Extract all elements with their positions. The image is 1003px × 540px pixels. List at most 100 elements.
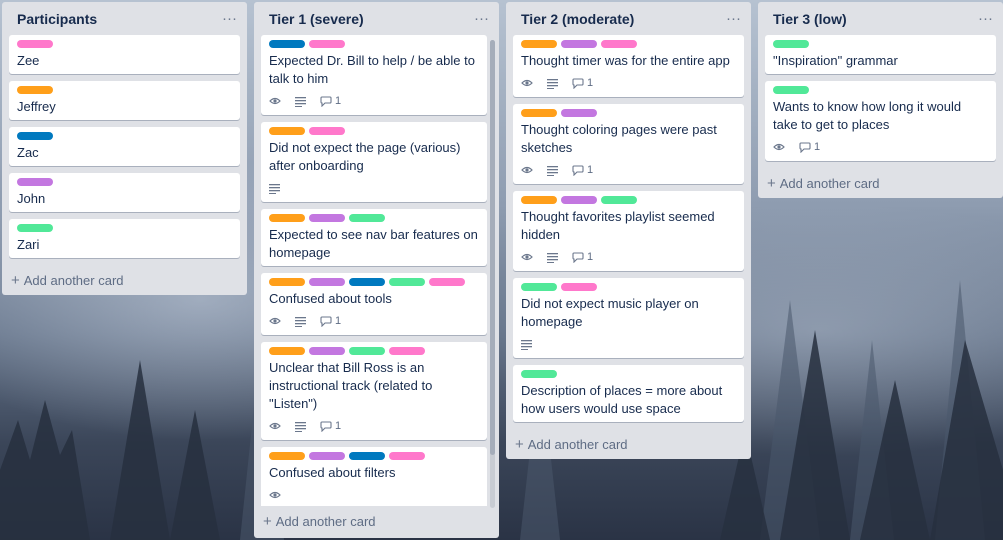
label-pink[interactable] — [601, 40, 637, 48]
label-orange[interactable] — [521, 40, 557, 48]
card-title: Did not expect music player on homepage — [521, 296, 699, 329]
label-orange[interactable] — [17, 86, 53, 94]
card[interactable]: Zee — [9, 35, 240, 74]
card-badges — [521, 334, 736, 354]
card[interactable]: Thought timer was for the entire app 1 — [513, 35, 744, 97]
label-green[interactable] — [521, 283, 557, 291]
card-title: Expected Dr. Bill to help / be able to t… — [269, 53, 475, 86]
card-badges — [269, 485, 479, 505]
label-green[interactable] — [389, 278, 425, 286]
list-title[interactable]: Participants — [17, 11, 97, 27]
label-orange[interactable] — [521, 196, 557, 204]
label-blue[interactable] — [17, 132, 53, 140]
card[interactable]: Zac — [9, 127, 240, 166]
add-card-button[interactable]: + Add another card — [2, 265, 247, 295]
label-purple[interactable] — [309, 347, 345, 355]
card[interactable]: Description of places = more about how u… — [513, 365, 744, 422]
label-purple[interactable] — [17, 178, 53, 186]
card[interactable]: Did not expect the page (various) after … — [261, 122, 487, 202]
comment-icon — [799, 141, 811, 153]
card-labels — [773, 40, 988, 48]
card[interactable]: Thought coloring pages were past sketche… — [513, 104, 744, 184]
description-icon — [547, 252, 558, 263]
card-title: Zee — [17, 53, 40, 68]
label-pink[interactable] — [309, 127, 345, 135]
ellipsis-icon[interactable]: ··· — [474, 11, 489, 26]
label-orange[interactable] — [521, 109, 557, 117]
label-pink[interactable] — [429, 278, 465, 286]
card[interactable]: Expected to see nav bar features on home… — [261, 209, 487, 266]
card[interactable]: Jeffrey — [9, 81, 240, 120]
description-icon — [547, 165, 558, 176]
card[interactable]: John — [9, 173, 240, 212]
card[interactable]: Wants to know how long it would take to … — [765, 81, 996, 161]
comment-badge: 1 — [320, 420, 341, 432]
label-green[interactable] — [601, 196, 637, 204]
ellipsis-icon[interactable]: ··· — [222, 11, 237, 26]
label-blue[interactable] — [269, 40, 305, 48]
label-purple[interactable] — [309, 452, 345, 460]
comment-icon — [320, 95, 332, 107]
comment-count: 1 — [335, 95, 342, 107]
label-orange[interactable] — [269, 214, 305, 222]
add-card-button[interactable]: + Add another card — [506, 429, 751, 459]
card[interactable]: Confused about tools 1 — [261, 273, 487, 335]
label-blue[interactable] — [349, 452, 385, 460]
card[interactable]: Unclear that Bill Ross is an instruction… — [261, 342, 487, 440]
eye-icon — [773, 141, 785, 153]
card[interactable]: Thought favorites playlist seemed hidden… — [513, 191, 744, 271]
list-tier-2: Tier 2 (moderate) ··· Thought timer was … — [506, 2, 751, 459]
label-blue[interactable] — [349, 278, 385, 286]
eye-icon — [521, 164, 533, 176]
label-orange[interactable] — [269, 127, 305, 135]
card[interactable]: Expected Dr. Bill to help / be able to t… — [261, 35, 487, 115]
card-badges: 1 — [269, 311, 479, 331]
label-orange[interactable] — [269, 347, 305, 355]
eye-icon — [521, 77, 533, 89]
card[interactable]: Confused about filters — [261, 447, 487, 506]
add-card-label: Add another card — [527, 436, 628, 452]
list-tier-3: Tier 3 (low) ··· "Inspiration" grammar W… — [758, 2, 1003, 198]
label-purple[interactable] — [561, 196, 597, 204]
list-title[interactable]: Tier 2 (moderate) — [521, 11, 634, 27]
card-labels — [269, 214, 479, 222]
card[interactable]: Did not expect music player on homepage — [513, 278, 744, 358]
card-list: "Inspiration" grammar Wants to know how … — [758, 35, 1003, 161]
label-orange[interactable] — [269, 278, 305, 286]
ellipsis-icon[interactable]: ··· — [978, 11, 993, 26]
list-scrollbar[interactable] — [490, 40, 495, 508]
label-orange[interactable] — [269, 452, 305, 460]
card-badges: 1 — [773, 137, 988, 157]
list-title[interactable]: Tier 1 (severe) — [269, 11, 364, 27]
label-pink[interactable] — [561, 283, 597, 291]
card[interactable]: "Inspiration" grammar — [765, 35, 996, 74]
label-pink[interactable] — [17, 40, 53, 48]
card[interactable]: Zari — [9, 219, 240, 258]
add-card-button[interactable]: + Add another card — [758, 168, 1003, 198]
label-pink[interactable] — [309, 40, 345, 48]
card-title: Confused about tools — [269, 291, 392, 306]
label-purple[interactable] — [561, 40, 597, 48]
add-card-label: Add another card — [779, 175, 880, 191]
add-card-button[interactable]: + Add another card — [254, 506, 499, 536]
label-green[interactable] — [521, 370, 557, 378]
label-purple[interactable] — [309, 278, 345, 286]
label-green[interactable] — [773, 40, 809, 48]
comment-count: 1 — [587, 251, 594, 263]
list-title[interactable]: Tier 3 (low) — [773, 11, 847, 27]
label-pink[interactable] — [389, 347, 425, 355]
scrollbar-thumb[interactable] — [490, 40, 495, 455]
label-green[interactable] — [773, 86, 809, 94]
label-green[interactable] — [349, 347, 385, 355]
label-pink[interactable] — [389, 452, 425, 460]
label-purple[interactable] — [561, 109, 597, 117]
comment-count: 1 — [814, 141, 821, 153]
card-title: Thought timer was for the entire app — [521, 53, 730, 68]
comment-icon — [572, 164, 584, 176]
ellipsis-icon[interactable]: ··· — [726, 11, 741, 26]
label-green[interactable] — [349, 214, 385, 222]
label-green[interactable] — [17, 224, 53, 232]
description-icon — [269, 183, 280, 194]
card-labels — [269, 127, 479, 135]
label-purple[interactable] — [309, 214, 345, 222]
